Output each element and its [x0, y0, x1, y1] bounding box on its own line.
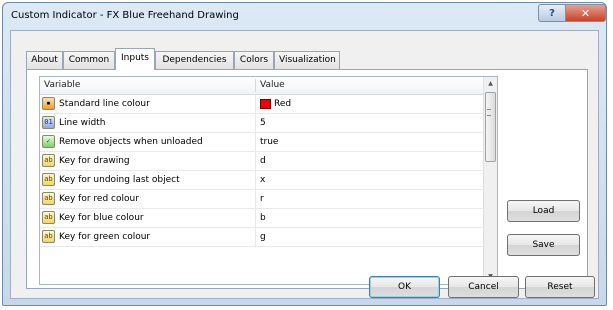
table-row[interactable]: ab Key for undoing last object x [40, 171, 483, 190]
cell-divider [255, 190, 256, 208]
row-variable: Remove objects when unloaded [59, 137, 203, 147]
text-icon: ab [42, 173, 55, 186]
row-variable: Line width [59, 118, 106, 128]
row-variable: Standard line colour [59, 99, 150, 109]
row-value[interactable]: true [260, 133, 278, 151]
tab-common[interactable]: Common [63, 51, 115, 69]
cancel-button-label: Cancel [468, 282, 499, 292]
column-header-value[interactable]: Value [260, 77, 285, 94]
inputs-grid: Variable Value ▪ Standard line colour Re… [39, 76, 498, 285]
column-header-variable[interactable]: Variable [44, 77, 80, 94]
number-icon: 01 [42, 116, 55, 129]
close-icon: ✕ [580, 6, 591, 20]
text-icon: ab [42, 211, 55, 224]
cancel-button[interactable]: Cancel [448, 276, 519, 298]
cell-divider [255, 228, 256, 246]
reset-button[interactable]: Reset [525, 276, 595, 298]
cell-divider [255, 209, 256, 227]
cell-divider [255, 171, 256, 189]
text-icon: ab [42, 192, 55, 205]
row-value[interactable]: d [260, 152, 266, 170]
row-value[interactable]: r [260, 190, 264, 208]
tab-inputs[interactable]: Inputs [115, 48, 155, 70]
ok-button-label: OK [398, 282, 411, 292]
close-button[interactable]: ✕ [565, 4, 606, 22]
table-row[interactable]: ✓ Remove objects when unloaded true [40, 133, 483, 152]
row-value[interactable]: g [260, 228, 266, 246]
scrollbar-thumb[interactable] [485, 92, 496, 162]
text-icon: ab [42, 154, 55, 167]
reset-button-label: Reset [547, 282, 573, 292]
bool-icon: ✓ [42, 135, 55, 148]
table-row[interactable]: ab Key for blue colour b [40, 209, 483, 228]
row-variable: Key for drawing [59, 156, 130, 166]
table-row[interactable]: ab Key for green colour g [40, 228, 483, 247]
help-button[interactable]: ? [538, 4, 566, 22]
cell-divider [255, 114, 256, 132]
inputs-tab-panel: Variable Value ▪ Standard line colour Re… [26, 69, 588, 289]
question-mark-icon: ? [549, 7, 555, 19]
table-row[interactable]: ab Key for red colour r [40, 190, 483, 209]
row-value[interactable]: b [260, 209, 266, 227]
table-row[interactable]: ab Key for drawing d [40, 152, 483, 171]
dialog-client-area: About Common Inputs Dependencies Colors … [10, 30, 599, 299]
table-row[interactable]: 01 Line width 5 [40, 114, 483, 133]
tab-visualization[interactable]: Visualization [274, 51, 340, 69]
tab-about[interactable]: About [26, 51, 63, 69]
table-row[interactable]: ▪ Standard line colour Red [40, 95, 483, 114]
row-variable: Key for red colour [59, 194, 139, 204]
column-divider[interactable] [255, 79, 256, 92]
color-icon: ▪ [42, 97, 55, 110]
row-variable: Key for undoing last object [59, 175, 180, 185]
text-icon: ab [42, 230, 55, 243]
row-value[interactable]: 5 [260, 114, 266, 132]
load-button-label: Load [532, 206, 555, 216]
row-variable: Key for blue colour [59, 213, 144, 223]
color-swatch [260, 99, 271, 109]
dialog-window: Custom Indicator - FX Blue Freehand Draw… [2, 2, 607, 306]
save-button-label: Save [532, 240, 555, 250]
row-variable: Key for green colour [59, 232, 151, 242]
scroll-up-arrow-icon[interactable]: ▲ [484, 77, 497, 91]
cell-divider [255, 95, 256, 113]
grip-icon [487, 109, 491, 116]
tab-dependencies[interactable]: Dependencies [155, 51, 234, 69]
load-button[interactable]: Load [507, 200, 580, 222]
cell-divider [255, 133, 256, 151]
grid-header: Variable Value [40, 77, 483, 95]
title-bar[interactable]: Custom Indicator - FX Blue Freehand Draw… [3, 3, 606, 29]
row-value[interactable]: x [260, 171, 265, 189]
window-title: Custom Indicator - FX Blue Freehand Draw… [11, 10, 239, 21]
save-button[interactable]: Save [507, 234, 580, 256]
vertical-scrollbar[interactable]: ▲ ▼ [483, 77, 497, 284]
tab-colors[interactable]: Colors [234, 51, 274, 69]
cell-divider [255, 152, 256, 170]
row-value[interactable]: Red [274, 95, 291, 113]
ok-button[interactable]: OK [369, 276, 440, 298]
